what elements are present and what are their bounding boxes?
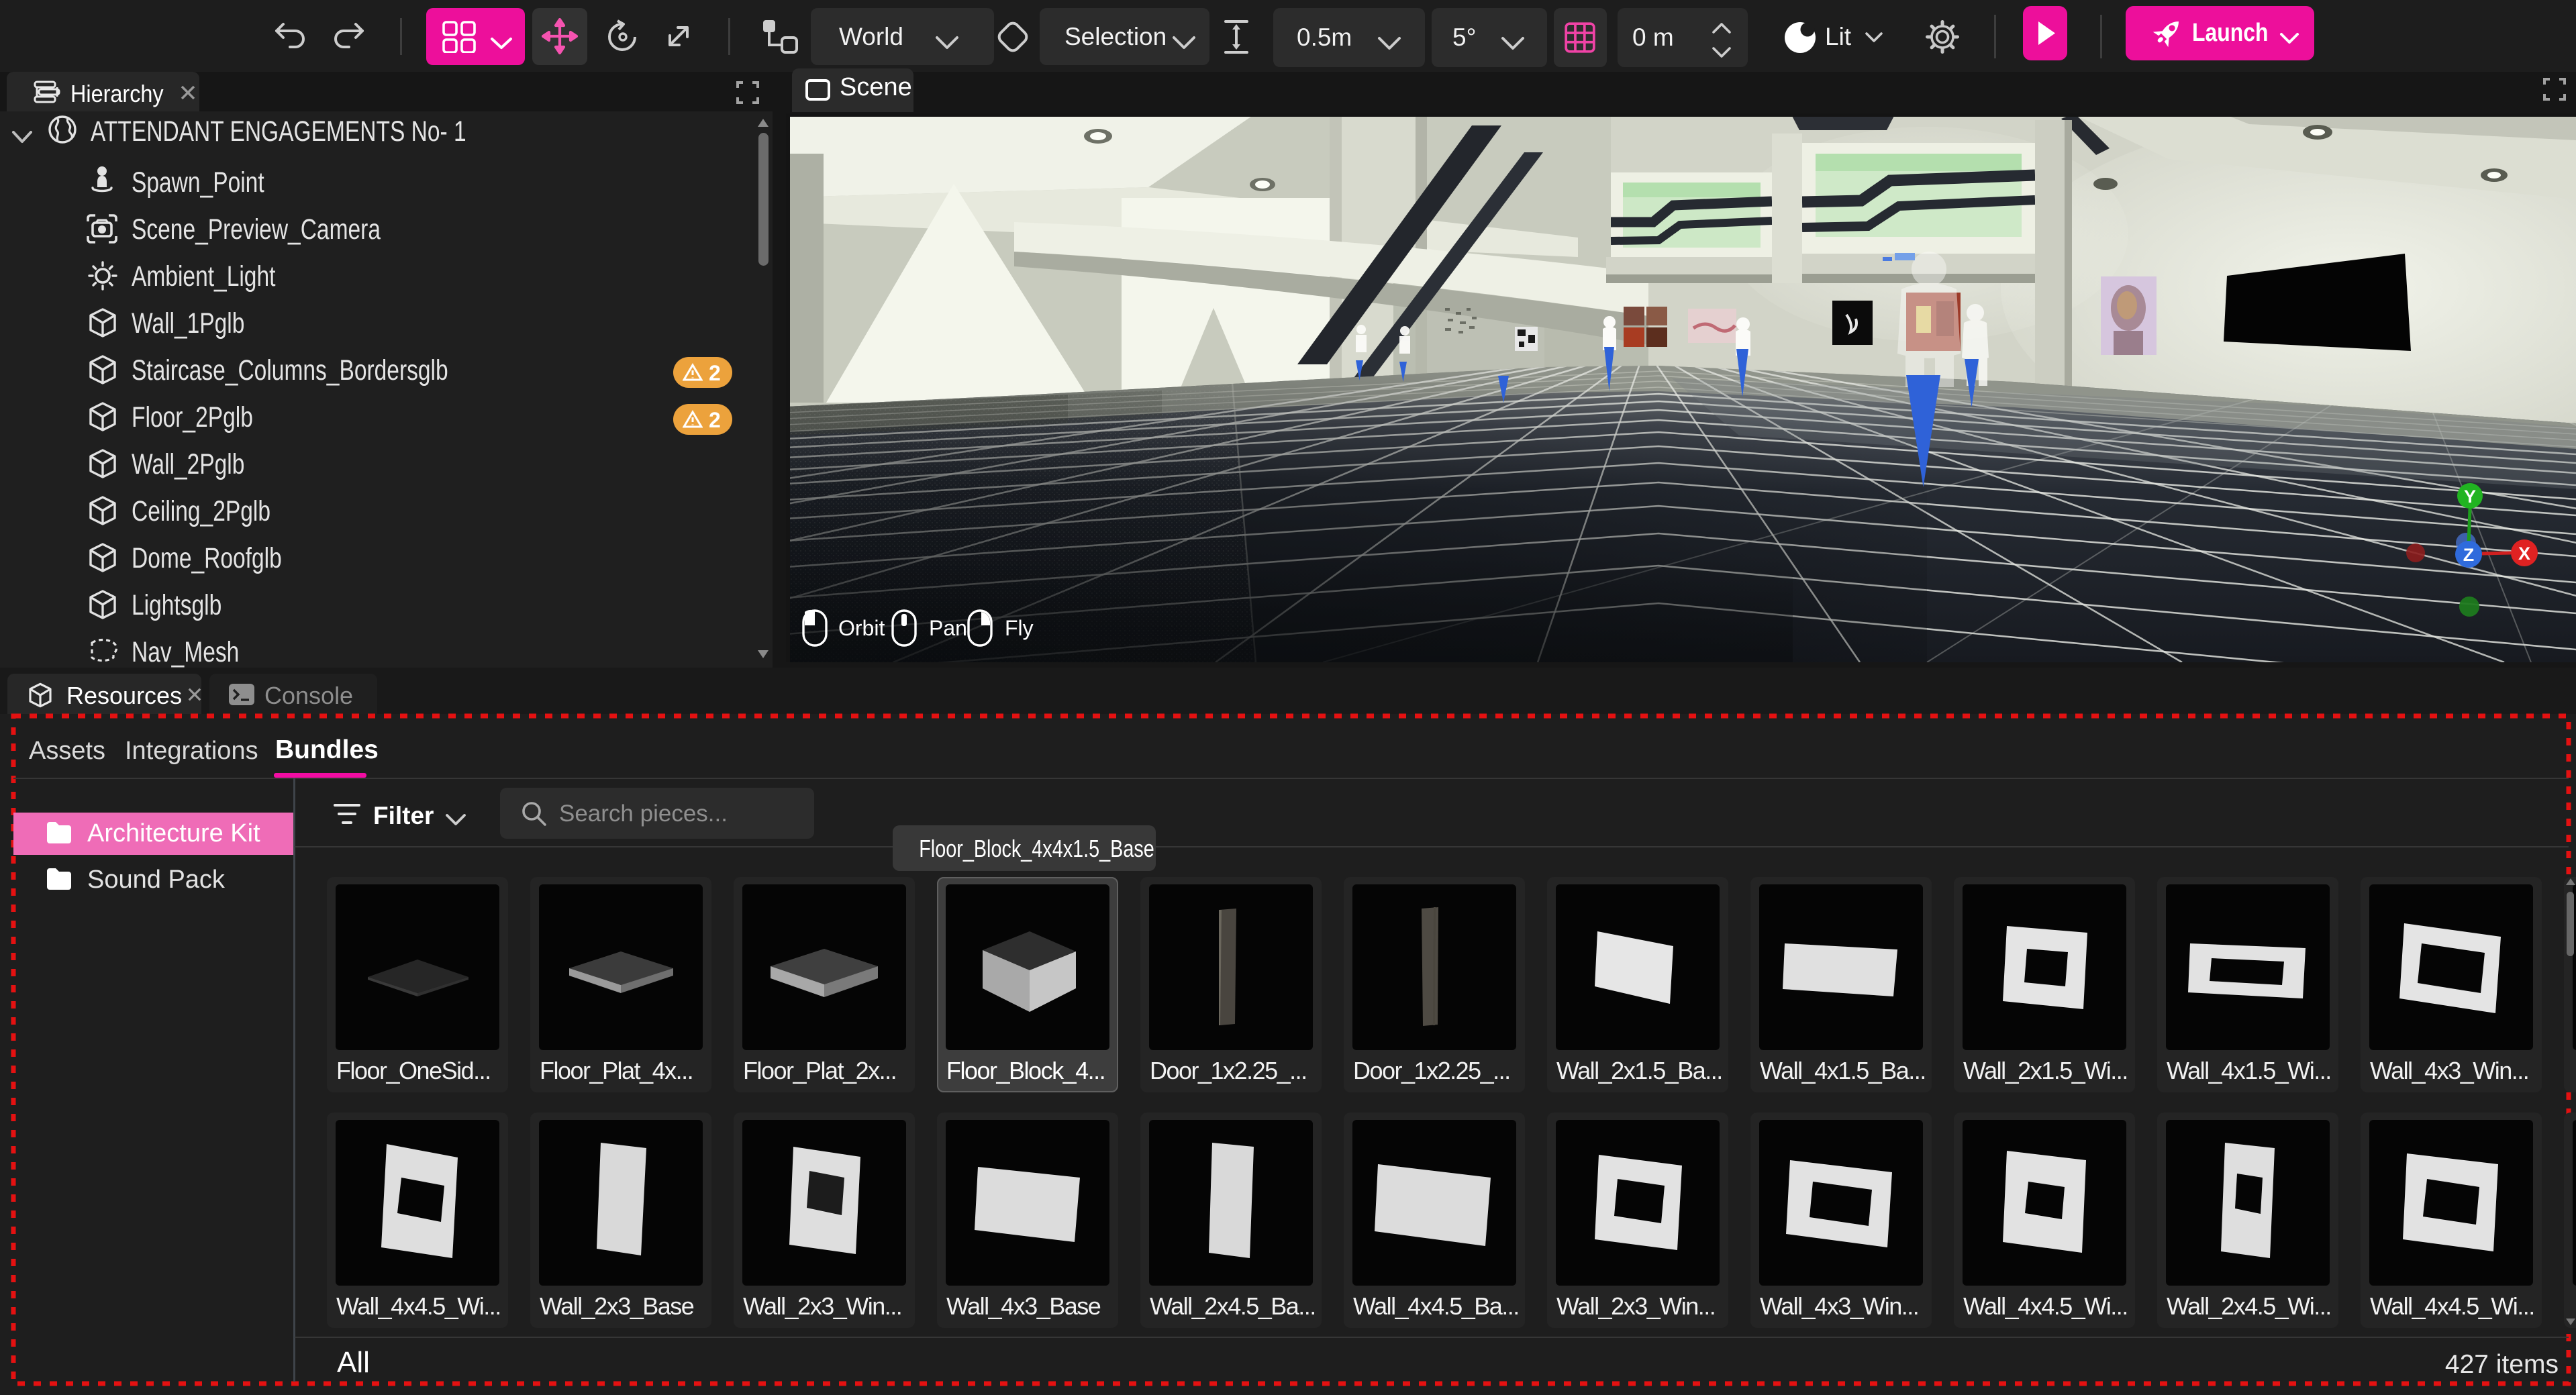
svg-text:Orbit: Orbit — [838, 616, 885, 640]
svg-text:Z: Z — [2463, 545, 2475, 565]
svg-text:Fly: Fly — [1005, 616, 1034, 640]
svg-text:Y: Y — [2464, 486, 2476, 507]
svg-text:Pan: Pan — [929, 616, 967, 640]
svg-text:X: X — [2518, 544, 2530, 564]
